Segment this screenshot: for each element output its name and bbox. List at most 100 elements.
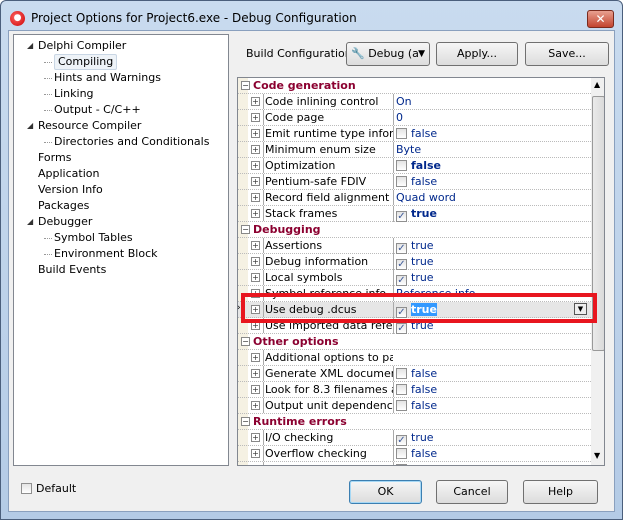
tree-item[interactable]: Resource Compiler bbox=[38, 118, 141, 134]
default-checkbox[interactable]: Default bbox=[21, 482, 76, 495]
property-grid[interactable]: − Code generation + Code inlining control On… bbox=[237, 77, 605, 466]
tree-item[interactable]: Compiling bbox=[54, 54, 118, 70]
category-row[interactable]: − Debugging bbox=[238, 222, 591, 238]
expand-icon[interactable]: + bbox=[251, 97, 260, 106]
category-row[interactable]: − Runtime errors bbox=[238, 414, 591, 430]
property-value[interactable]: ✓ true bbox=[393, 254, 591, 270]
property-row[interactable]: + Assertions ✓ true bbox=[238, 238, 591, 254]
expand-icon[interactable]: + bbox=[251, 369, 260, 378]
property-value[interactable]: ✓ true bbox=[393, 206, 591, 222]
scroll-up-icon[interactable]: ▲ bbox=[594, 80, 600, 89]
category-row[interactable]: − Code generation bbox=[238, 78, 591, 94]
tree-item[interactable]: Symbol Tables bbox=[54, 230, 133, 246]
expand-icon[interactable]: + bbox=[251, 129, 260, 138]
category-row[interactable]: − Other options bbox=[238, 334, 591, 350]
tree-item[interactable]: Packages bbox=[38, 198, 89, 214]
close-button[interactable]: ✕ bbox=[587, 10, 614, 28]
property-row[interactable]: + Debug information ✓ true bbox=[238, 254, 591, 270]
expand-icon[interactable]: + bbox=[251, 177, 260, 186]
property-row[interactable]: + Code inlining control On bbox=[238, 94, 591, 110]
expand-icon[interactable]: + bbox=[251, 273, 260, 282]
tree-item[interactable]: Build Events bbox=[38, 262, 106, 278]
tree-item[interactable]: Directories and Conditionals bbox=[54, 134, 209, 150]
checked-checkbox[interactable]: ✓ bbox=[396, 211, 407, 222]
property-value[interactable]: On bbox=[393, 94, 591, 109]
help-button[interactable]: Help bbox=[523, 480, 598, 504]
expand-icon[interactable]: + bbox=[251, 257, 260, 266]
unchecked-checkbox[interactable] bbox=[396, 176, 407, 187]
tree-item[interactable]: Environment Block bbox=[54, 246, 158, 262]
unchecked-checkbox[interactable] bbox=[396, 160, 407, 171]
apply-button[interactable]: Apply... bbox=[436, 42, 518, 66]
expand-icon[interactable]: + bbox=[251, 193, 260, 202]
checked-checkbox[interactable]: ✓ bbox=[396, 323, 407, 334]
property-value[interactable]: false bbox=[393, 174, 591, 189]
checked-checkbox[interactable]: ✓ bbox=[396, 259, 407, 270]
expand-arrow-icon[interactable]: ◢ bbox=[27, 217, 33, 226]
property-value[interactable]: false bbox=[393, 158, 591, 173]
property-value[interactable]: false bbox=[393, 462, 591, 465]
options-tree[interactable]: ◢ Delphi Compiler Compiling Hints and Warni… bbox=[13, 34, 229, 466]
expand-icon[interactable]: + bbox=[251, 145, 260, 154]
property-row[interactable]: + Optimization false bbox=[238, 158, 591, 174]
expand-icon[interactable]: + bbox=[251, 465, 260, 466]
collapse-icon[interactable]: − bbox=[241, 417, 250, 426]
tree-item[interactable]: Version Info bbox=[38, 182, 103, 198]
build-configuration-dropdown[interactable]: 🔧 Debug (a ▼ bbox=[346, 42, 430, 66]
property-row[interactable]: + Record field alignment Quad word bbox=[238, 190, 591, 206]
expand-icon[interactable]: + bbox=[251, 161, 260, 170]
expand-arrow-icon[interactable]: ◢ bbox=[27, 41, 33, 50]
property-row[interactable]: + Code page 0 bbox=[238, 110, 591, 126]
property-value[interactable]: false bbox=[393, 382, 591, 397]
expand-icon[interactable]: + bbox=[251, 433, 260, 442]
collapse-icon[interactable]: − bbox=[241, 225, 250, 234]
tree-item[interactable]: Delphi Compiler bbox=[38, 38, 126, 54]
cancel-button[interactable]: Cancel bbox=[436, 480, 508, 504]
tree-item[interactable]: Debugger bbox=[38, 214, 92, 230]
unchecked-checkbox[interactable] bbox=[396, 128, 407, 139]
tree-item[interactable]: Output - C/C++ bbox=[54, 102, 141, 118]
property-value[interactable]: ✓ true bbox=[393, 430, 591, 446]
property-value[interactable]: 0 bbox=[393, 110, 591, 125]
expand-icon[interactable]: + bbox=[251, 353, 260, 362]
expand-icon[interactable]: + bbox=[251, 401, 260, 410]
property-row[interactable]: +Generate XML documentati false bbox=[238, 366, 591, 382]
expand-icon[interactable]: + bbox=[251, 241, 260, 250]
tree-item[interactable]: Forms bbox=[38, 150, 71, 166]
vertical-scrollbar[interactable]: ▲ ▼ bbox=[591, 78, 604, 465]
property-row[interactable]: + Stack frames ✓ true bbox=[238, 206, 591, 222]
scroll-down-icon[interactable]: ▼ bbox=[594, 451, 600, 460]
expand-icon[interactable]: + bbox=[251, 113, 260, 122]
property-row[interactable]: + Pentium-safe FDIV false bbox=[238, 174, 591, 190]
property-value[interactable]: Byte bbox=[393, 142, 591, 157]
property-value[interactable]: false bbox=[393, 366, 591, 381]
tree-item[interactable]: Application bbox=[38, 166, 99, 182]
property-value[interactable]: false bbox=[393, 398, 591, 413]
property-row[interactable]: +Additional options to pass t bbox=[238, 350, 591, 366]
property-row[interactable]: +Emit runtime type informati false bbox=[238, 126, 591, 142]
property-value[interactable]: Quad word bbox=[393, 190, 591, 205]
collapse-icon[interactable]: − bbox=[241, 81, 250, 90]
property-row[interactable]: + Overflow checking false bbox=[238, 446, 591, 462]
property-row[interactable]: +Output unit dependency inf false bbox=[238, 398, 591, 414]
tree-item[interactable]: Linking bbox=[54, 86, 94, 102]
property-value[interactable]: ✓ true bbox=[393, 238, 591, 254]
property-row[interactable]: +Range checking false bbox=[238, 462, 591, 466]
expand-icon[interactable]: + bbox=[251, 449, 260, 458]
unchecked-checkbox[interactable] bbox=[396, 464, 407, 465]
expand-icon[interactable]: + bbox=[251, 385, 260, 394]
property-row[interactable]: + I/O checking ✓ true bbox=[238, 430, 591, 446]
checked-checkbox[interactable]: ✓ bbox=[396, 435, 407, 446]
checked-checkbox[interactable]: ✓ bbox=[396, 243, 407, 254]
ok-button[interactable]: OK bbox=[349, 480, 422, 504]
property-value[interactable]: false bbox=[393, 126, 591, 141]
expand-arrow-icon[interactable]: ◢ bbox=[27, 121, 33, 130]
property-value[interactable]: false bbox=[393, 446, 591, 461]
unchecked-checkbox[interactable] bbox=[396, 400, 407, 411]
default-checkbox-box[interactable] bbox=[21, 483, 32, 494]
save-button[interactable]: Save... bbox=[525, 42, 609, 66]
unchecked-checkbox[interactable] bbox=[396, 368, 407, 379]
unchecked-checkbox[interactable] bbox=[396, 384, 407, 395]
expand-icon[interactable]: + bbox=[251, 209, 260, 218]
checked-checkbox[interactable]: ✓ bbox=[396, 275, 407, 286]
